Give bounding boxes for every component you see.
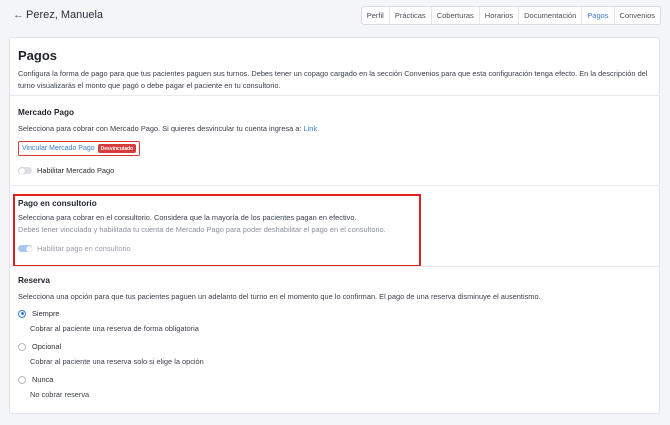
consultorio-toggle[interactable] bbox=[18, 245, 32, 252]
radio-siempre-description: Cobrar al paciente una reserva de forma … bbox=[30, 324, 199, 333]
radio-opcional-label: Opcional bbox=[32, 342, 62, 351]
radio-siempre-label: Siempre bbox=[32, 309, 60, 318]
top-bar: ← Perez, Manuela Perfil Prácticas Cobert… bbox=[0, 0, 670, 33]
consultorio-title: Pago en consultorio bbox=[18, 199, 97, 208]
radio-opcional-description: Cobrar al paciente una reserva solo si e… bbox=[30, 357, 204, 366]
tab-horarios[interactable]: Horarios bbox=[478, 7, 518, 24]
page-description: Configura la forma de pago para que tus … bbox=[18, 69, 648, 90]
mercado-pago-title: Mercado Pago bbox=[18, 108, 74, 117]
tab-practicas[interactable]: Prácticas bbox=[388, 7, 431, 24]
radio-nunca-label: Nunca bbox=[32, 375, 54, 384]
reserva-text: Selecciona una opción para que tus pacie… bbox=[18, 292, 541, 301]
unlink-account-link[interactable]: Link bbox=[304, 124, 318, 133]
patient-name: Perez, Manuela bbox=[26, 9, 104, 21]
reserva-option-nunca[interactable]: Nunca bbox=[18, 375, 53, 384]
pagos-card: Pagos Configura la forma de pago para qu… bbox=[9, 37, 660, 414]
link-mercado-pago-label: Vincular Mercado Pago bbox=[22, 145, 95, 152]
tab-perfil[interactable]: Perfil bbox=[362, 7, 389, 24]
mercado-pago-text: Selecciona para cobrar con Mercado Pago.… bbox=[18, 124, 317, 133]
tab-coberturas[interactable]: Coberturas bbox=[430, 7, 479, 24]
divider bbox=[10, 95, 659, 96]
toggle-knob bbox=[18, 167, 25, 174]
mercado-pago-description: Selecciona para cobrar con Mercado Pago.… bbox=[18, 124, 302, 133]
consultorio-note: Debes tener vinculada y habilitada tu cu… bbox=[18, 225, 386, 234]
mercado-pago-toggle-label: Habilitar Mercado Pago bbox=[37, 166, 115, 175]
tab-documentacion[interactable]: Documentación bbox=[518, 7, 581, 24]
tab-pagos[interactable]: Pagos bbox=[581, 7, 613, 24]
radio-nunca-description: No cobrar reserva bbox=[30, 390, 90, 399]
radio-siempre[interactable] bbox=[18, 309, 26, 318]
consultorio-toggle-row: Habilitar pago en consultorio bbox=[18, 244, 131, 253]
link-mercado-pago-button[interactable]: Vincular Mercado Pago Desvinculado bbox=[18, 141, 141, 156]
consultorio-text: Selecciona para cobrar en el consultorio… bbox=[18, 213, 357, 222]
section-tabs: Perfil Prácticas Coberturas Horarios Doc… bbox=[360, 6, 661, 25]
status-badge: Desvinculado bbox=[97, 144, 137, 153]
divider bbox=[10, 185, 659, 186]
reserva-title: Reserva bbox=[18, 276, 50, 285]
page-title: Pagos bbox=[18, 48, 58, 63]
radio-nunca[interactable] bbox=[18, 375, 26, 384]
toggle-knob bbox=[25, 245, 32, 252]
consultorio-toggle-label: Habilitar pago en consultorio bbox=[37, 244, 131, 253]
back-arrow-icon[interactable]: ← bbox=[13, 9, 24, 21]
tab-convenios[interactable]: Convenios bbox=[613, 7, 660, 24]
radio-opcional[interactable] bbox=[18, 342, 26, 351]
mercado-pago-toggle-row: Habilitar Mercado Pago bbox=[18, 166, 114, 175]
reserva-option-opcional[interactable]: Opcional bbox=[18, 342, 61, 351]
reserva-option-siempre[interactable]: Siempre bbox=[18, 309, 60, 318]
divider bbox=[10, 266, 659, 267]
mercado-pago-toggle[interactable] bbox=[18, 167, 32, 174]
